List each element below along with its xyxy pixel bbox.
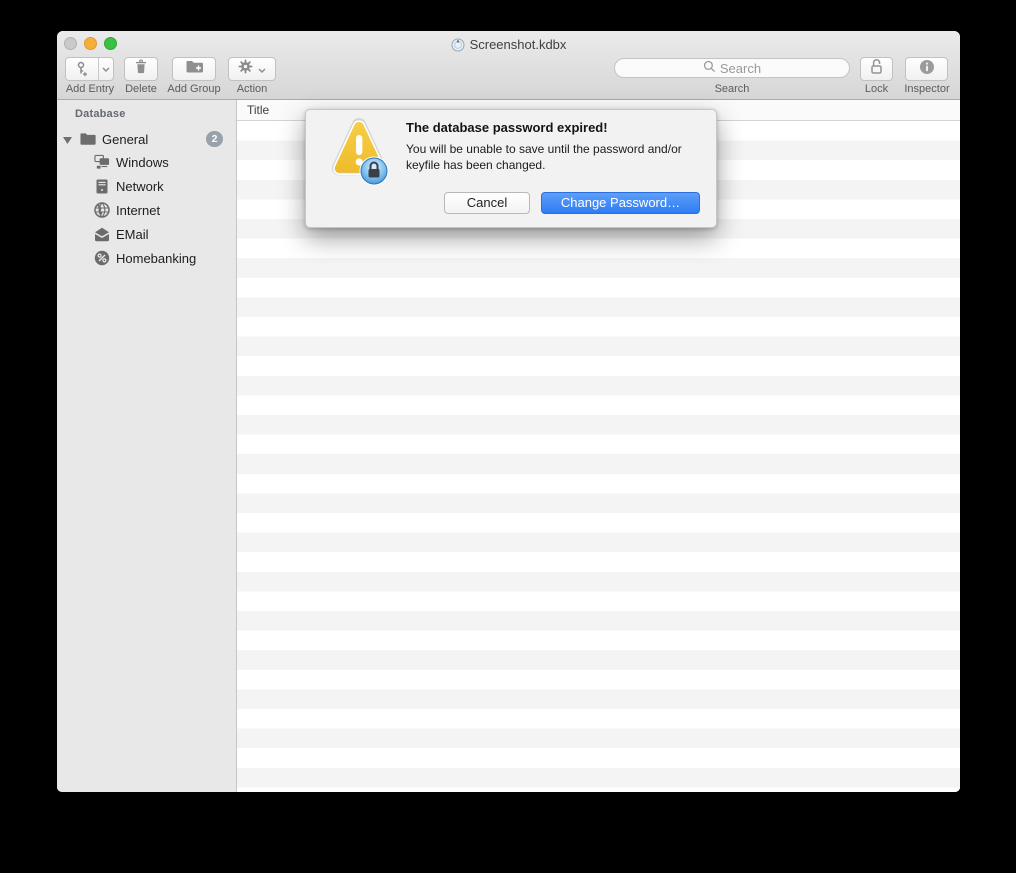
disclosure-triangle-icon[interactable] xyxy=(63,132,72,147)
search-label: Search xyxy=(714,83,750,95)
cancel-button[interactable]: Cancel xyxy=(444,192,530,214)
sidebar-group-general[interactable]: General 2 xyxy=(57,127,237,151)
lock-button[interactable] xyxy=(860,57,893,81)
password-expired-dialog: The database password expired! You will … xyxy=(305,109,717,228)
sidebar-item-windows[interactable]: Windows xyxy=(57,150,237,174)
trash-icon xyxy=(134,59,148,79)
server-icon xyxy=(94,178,110,194)
dialog-title: The database password expired! xyxy=(406,120,608,135)
gear-icon xyxy=(238,59,253,79)
sidebar: Database General 2 Windows Network Inter… xyxy=(57,100,237,792)
sidebar-item-homebanking[interactable]: Homebanking xyxy=(57,246,237,270)
dialog-message: You will be unable to save until the pas… xyxy=(406,141,718,173)
add-group-button[interactable] xyxy=(172,57,216,81)
document-icon xyxy=(451,38,465,57)
delete-label: Delete xyxy=(125,83,157,95)
add-entry-dropdown-arrow[interactable] xyxy=(99,58,113,80)
folder-plus-icon xyxy=(185,59,204,79)
sidebar-item-email[interactable]: EMail xyxy=(57,222,237,246)
action-label: Action xyxy=(236,83,268,95)
delete-button[interactable] xyxy=(124,57,158,81)
sidebar-section-header: Database xyxy=(75,108,126,120)
key-plus-icon[interactable] xyxy=(66,58,98,80)
workgroup-icon xyxy=(94,154,110,170)
info-icon xyxy=(919,59,935,80)
globe-icon xyxy=(94,202,110,218)
sidebar-group-label: General xyxy=(102,131,149,147)
change-password-button[interactable]: Change Password… xyxy=(541,192,700,214)
search-input[interactable]: Search xyxy=(614,58,850,78)
open-padlock-icon xyxy=(869,58,884,80)
warning-lock-icon xyxy=(323,117,393,191)
window-title: Screenshot.kdbx xyxy=(57,36,960,54)
screenshot-stage: Screenshot.kdbx Add Entry Delete Add Gro… xyxy=(0,0,1016,873)
action-dropdown-arrow xyxy=(258,60,266,78)
magnifier-icon xyxy=(703,60,716,76)
sidebar-item-label: EMail xyxy=(116,226,149,242)
dialog-message-line1: You will be unable to save until the pas… xyxy=(406,142,682,156)
folder-icon xyxy=(80,131,96,147)
search-placeholder: Search xyxy=(719,60,762,76)
entry-count-badge: 2 xyxy=(206,131,223,147)
add-entry-button[interactable] xyxy=(65,57,114,81)
percent-icon xyxy=(94,250,110,266)
add-entry-label: Add Entry xyxy=(65,83,115,95)
action-button[interactable] xyxy=(228,57,276,81)
sidebar-item-label: Internet xyxy=(116,202,161,218)
add-group-label: Add Group xyxy=(167,83,221,95)
sidebar-item-label: Network xyxy=(116,178,164,194)
sidebar-item-label: Windows xyxy=(116,154,169,170)
inspector-label: Inspector xyxy=(904,83,950,95)
lock-label: Lock xyxy=(864,83,889,95)
sidebar-item-network[interactable]: Network xyxy=(57,174,237,198)
sidebar-item-internet[interactable]: Internet xyxy=(57,198,237,222)
envelope-icon xyxy=(94,226,110,242)
window-title-text: Screenshot.kdbx xyxy=(469,37,567,52)
dialog-message-line2: keyfile has been changed. xyxy=(406,158,546,172)
titlebar-toolbar[interactable]: Screenshot.kdbx Add Entry Delete Add Gro… xyxy=(57,31,960,100)
inspector-button[interactable] xyxy=(905,57,948,81)
sidebar-item-label: Homebanking xyxy=(116,250,197,266)
